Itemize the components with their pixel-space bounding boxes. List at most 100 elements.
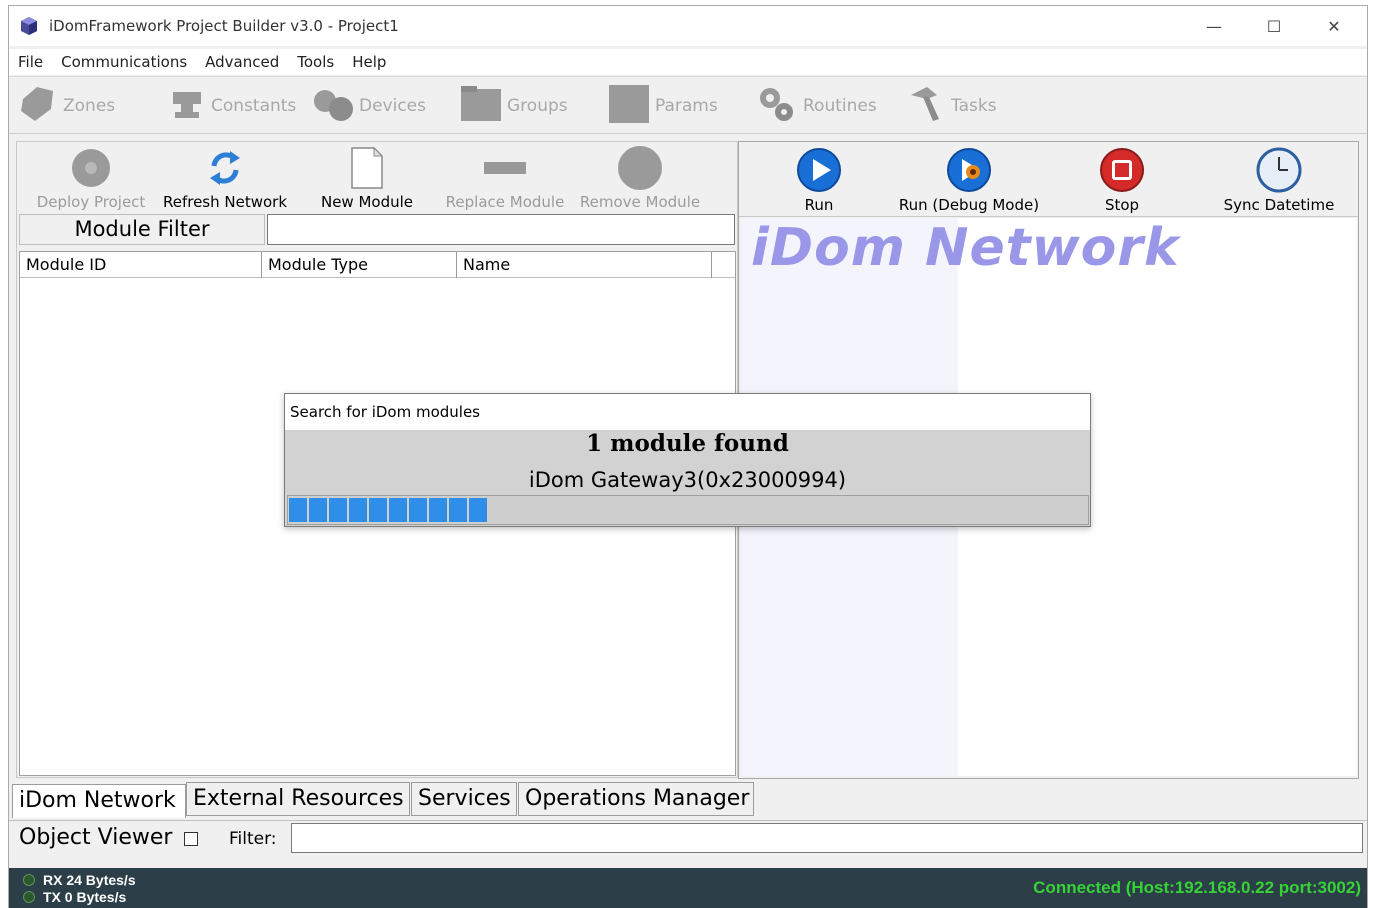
- search-modules-dialog: Search for iDom modules 1 module found i…: [284, 393, 1091, 527]
- tab-idom-network[interactable]: iDom Network: [12, 784, 186, 818]
- play-icon: [795, 146, 843, 194]
- column-name[interactable]: Name: [457, 252, 712, 278]
- clock-icon: [1255, 146, 1303, 194]
- progress-segment: [289, 498, 307, 522]
- connection-status: Connected (Host:192.168.0.22 port:3002): [1033, 878, 1361, 897]
- run-button[interactable]: Run: [779, 146, 859, 216]
- dialog-title: Search for iDom modules: [285, 394, 1090, 430]
- status-bar: RX 24 Bytes/s TX 0 Bytes/s Connected (Ho…: [9, 868, 1367, 908]
- remove-module-label: Remove Module: [579, 193, 701, 211]
- run-debug-label: Run (Debug Mode): [898, 196, 1040, 214]
- object-viewer-row: Object Viewer Filter:: [9, 820, 1367, 854]
- sync-datetime-button[interactable]: Sync Datetime: [1209, 146, 1349, 216]
- column-module-type[interactable]: Module Type: [262, 252, 457, 278]
- bottom-tab-bar: iDom Network External Resources Services…: [12, 780, 1362, 818]
- new-module-button[interactable]: New Module: [307, 145, 427, 211]
- menu-communications[interactable]: Communications: [52, 49, 196, 75]
- module-toolbar: Deploy Project Refresh Network New Modul…: [17, 142, 737, 214]
- stop-label: Stop: [1104, 196, 1140, 214]
- filter-label: Filter:: [229, 829, 277, 849]
- replace-module-button[interactable]: Replace Module: [437, 145, 573, 211]
- refresh-network-button[interactable]: Refresh Network: [157, 145, 293, 211]
- debug-icon: [945, 146, 993, 194]
- found-device-name: iDom Gateway3(0x23000994): [528, 468, 847, 492]
- module-table-header: Module ID Module Type Name: [20, 252, 735, 278]
- search-progress-bar: [287, 495, 1089, 525]
- toolbar-params-label: Params: [655, 96, 718, 116]
- deploy-project-button[interactable]: Deploy Project: [27, 145, 155, 211]
- toolbar-groups[interactable]: Groups: [459, 85, 568, 127]
- minimize-button[interactable]: —: [1189, 11, 1239, 41]
- gears-icon: [755, 83, 799, 130]
- gear-icon: [68, 145, 114, 191]
- object-viewer-label: Object Viewer: [19, 825, 173, 850]
- progress-segment: [349, 498, 367, 522]
- remove-icon: [617, 145, 663, 191]
- devices-icon: [311, 83, 355, 130]
- tx-rate: TX 0 Bytes/s: [43, 889, 127, 905]
- toolbar-constants[interactable]: Constants: [167, 85, 296, 127]
- progress-segment: [369, 498, 387, 522]
- object-filter-input[interactable]: [291, 823, 1363, 853]
- toolbar-devices[interactable]: Devices: [311, 85, 426, 127]
- toolbar-routines[interactable]: Routines: [755, 85, 877, 127]
- progress-segment: [329, 498, 347, 522]
- menu-help[interactable]: Help: [343, 49, 395, 75]
- new-module-label: New Module: [320, 193, 414, 211]
- tab-external-resources[interactable]: External Resources: [186, 782, 410, 816]
- window-title: iDomFramework Project Builder v3.0 - Pro…: [49, 17, 399, 35]
- maximize-button[interactable]: ☐: [1249, 11, 1299, 41]
- object-viewer-checkbox[interactable]: [184, 832, 198, 846]
- tab-operations-manager[interactable]: Operations Manager: [518, 782, 754, 816]
- column-module-id[interactable]: Module ID: [20, 252, 262, 278]
- stop-icon: [1098, 146, 1146, 194]
- tag-icon: [17, 83, 59, 130]
- tx-indicator-icon: [23, 891, 35, 903]
- main-toolbar: Zones Constants Devices Groups Params Ro…: [9, 76, 1367, 134]
- tab-services[interactable]: Services: [411, 782, 517, 816]
- toolbar-params[interactable]: Params: [607, 83, 718, 130]
- title-bar: iDomFramework Project Builder v3.0 - Pro…: [9, 6, 1367, 46]
- hammer-icon: [905, 83, 947, 130]
- toolbar-routines-label: Routines: [803, 96, 877, 116]
- toolbar-zones-label: Zones: [63, 96, 116, 116]
- toolbar-groups-label: Groups: [507, 96, 568, 116]
- replace-module-label: Replace Module: [445, 193, 565, 211]
- params-icon: [607, 83, 651, 130]
- progress-segment: [409, 498, 427, 522]
- rx-rate: RX 24 Bytes/s: [43, 872, 136, 888]
- folder-icon: [459, 83, 503, 130]
- refresh-icon: [202, 145, 248, 191]
- module-filter-label: Module Filter: [19, 214, 265, 245]
- menu-tools[interactable]: Tools: [288, 49, 343, 75]
- progress-segment: [389, 498, 407, 522]
- toolbar-devices-label: Devices: [359, 96, 426, 116]
- toolbar-zones[interactable]: Zones: [17, 85, 115, 127]
- stop-button[interactable]: Stop: [1082, 146, 1162, 216]
- progress-segment: [469, 498, 487, 522]
- progress-segment: [429, 498, 447, 522]
- app-logo-icon: [19, 16, 39, 36]
- run-debug-button[interactable]: Run (Debug Mode): [889, 146, 1049, 216]
- progress-segment: [449, 498, 467, 522]
- dialog-heading: 1 module found: [586, 430, 789, 457]
- menu-advanced[interactable]: Advanced: [196, 49, 288, 75]
- menu-bar: File Communications Advanced Tools Help: [9, 49, 1367, 75]
- remove-module-button[interactable]: Remove Module: [575, 145, 705, 211]
- refresh-network-label: Refresh Network: [162, 193, 288, 211]
- toolbar-constants-label: Constants: [211, 96, 297, 116]
- replace-icon: [482, 145, 528, 191]
- sync-datetime-label: Sync Datetime: [1223, 196, 1335, 214]
- module-filter-input[interactable]: [267, 214, 735, 245]
- network-watermark: iDom Network: [751, 218, 1180, 278]
- run-toolbar: Run Run (Debug Mode) Stop Sync Datetime: [739, 142, 1358, 217]
- progress-segment: [309, 498, 327, 522]
- anvil-icon: [167, 84, 207, 129]
- toolbar-tasks[interactable]: Tasks: [905, 85, 997, 127]
- menu-file[interactable]: File: [9, 49, 52, 75]
- toolbar-tasks-label: Tasks: [951, 96, 997, 116]
- run-label: Run: [804, 196, 834, 214]
- close-button[interactable]: ✕: [1309, 11, 1359, 41]
- new-document-icon: [344, 145, 390, 191]
- rx-indicator-icon: [23, 874, 35, 886]
